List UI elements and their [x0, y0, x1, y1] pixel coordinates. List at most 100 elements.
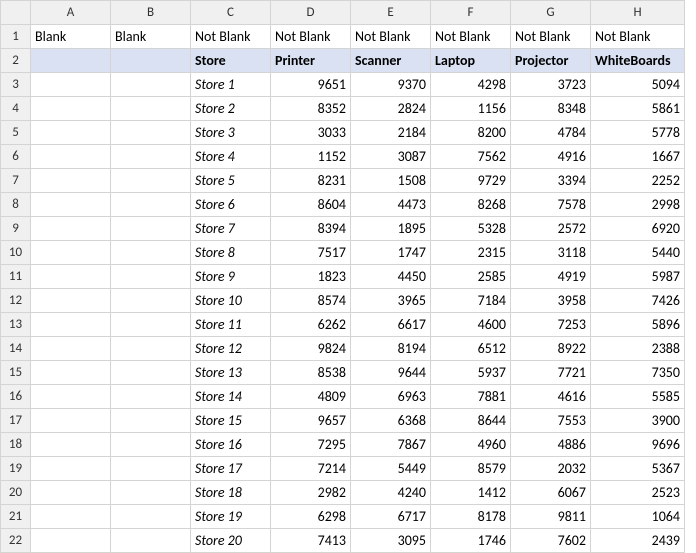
cell-store[interactable]: Store 4 [191, 145, 271, 169]
cell-F1[interactable]: Not Blank [431, 25, 511, 49]
cell-D1[interactable]: Not Blank [271, 25, 351, 49]
cell-laptop[interactable]: 6512 [431, 337, 511, 361]
cell-D2[interactable]: Printer [271, 49, 351, 73]
cell-A4[interactable] [31, 97, 111, 121]
cell-B12[interactable] [111, 289, 191, 313]
cell-A13[interactable] [31, 313, 111, 337]
row-header-12[interactable]: 12 [1, 289, 31, 313]
cell-printer[interactable]: 2982 [271, 481, 351, 505]
cell-B8[interactable] [111, 193, 191, 217]
cell-printer[interactable]: 9824 [271, 337, 351, 361]
cell-scanner[interactable]: 9370 [351, 73, 431, 97]
cell-projector[interactable]: 4784 [511, 121, 591, 145]
cell-scanner[interactable]: 4450 [351, 265, 431, 289]
cell-A1[interactable]: Blank [31, 25, 111, 49]
cell-whiteboards[interactable]: 5440 [591, 241, 685, 265]
cell-printer[interactable]: 8394 [271, 217, 351, 241]
cell-A8[interactable] [31, 193, 111, 217]
row-header-10[interactable]: 10 [1, 241, 31, 265]
cell-A19[interactable] [31, 457, 111, 481]
cell-B13[interactable] [111, 313, 191, 337]
cell-B22[interactable] [111, 529, 191, 553]
cell-store[interactable]: Store 8 [191, 241, 271, 265]
cell-E1[interactable]: Not Blank [351, 25, 431, 49]
cell-store[interactable]: Store 12 [191, 337, 271, 361]
cell-projector[interactable]: 7553 [511, 409, 591, 433]
cell-whiteboards[interactable]: 2998 [591, 193, 685, 217]
cell-scanner[interactable]: 5449 [351, 457, 431, 481]
cell-printer[interactable]: 6298 [271, 505, 351, 529]
cell-store[interactable]: Store 20 [191, 529, 271, 553]
cell-A11[interactable] [31, 265, 111, 289]
cell-printer[interactable]: 8231 [271, 169, 351, 193]
cell-whiteboards[interactable]: 5778 [591, 121, 685, 145]
cell-store[interactable]: Store 6 [191, 193, 271, 217]
cell-scanner[interactable]: 3095 [351, 529, 431, 553]
cell-G1[interactable]: Not Blank [511, 25, 591, 49]
cell-laptop[interactable]: 8579 [431, 457, 511, 481]
cell-G2[interactable]: Projector [511, 49, 591, 73]
cell-printer[interactable]: 9657 [271, 409, 351, 433]
cell-whiteboards[interactable]: 7426 [591, 289, 685, 313]
cell-A6[interactable] [31, 145, 111, 169]
cell-F2[interactable]: Laptop [431, 49, 511, 73]
cell-whiteboards[interactable]: 5861 [591, 97, 685, 121]
cell-scanner[interactable]: 4473 [351, 193, 431, 217]
cell-scanner[interactable]: 3965 [351, 289, 431, 313]
cell-A16[interactable] [31, 385, 111, 409]
cell-projector[interactable]: 4919 [511, 265, 591, 289]
cell-store[interactable]: Store 7 [191, 217, 271, 241]
cell-printer[interactable]: 7295 [271, 433, 351, 457]
cell-whiteboards[interactable]: 2252 [591, 169, 685, 193]
cell-H1[interactable]: Not Blank [591, 25, 685, 49]
cell-projector[interactable]: 7253 [511, 313, 591, 337]
row-header-21[interactable]: 21 [1, 505, 31, 529]
cell-scanner[interactable]: 4240 [351, 481, 431, 505]
row-header-22[interactable]: 22 [1, 529, 31, 553]
cell-A3[interactable] [31, 73, 111, 97]
col-header-C[interactable]: C [191, 1, 271, 25]
cell-A7[interactable] [31, 169, 111, 193]
cell-scanner[interactable]: 1895 [351, 217, 431, 241]
row-header-17[interactable]: 17 [1, 409, 31, 433]
cell-scanner[interactable]: 9644 [351, 361, 431, 385]
row-header-8[interactable]: 8 [1, 193, 31, 217]
cell-store[interactable]: Store 2 [191, 97, 271, 121]
cell-laptop[interactable]: 1746 [431, 529, 511, 553]
cell-laptop[interactable]: 5937 [431, 361, 511, 385]
cell-store[interactable]: Store 3 [191, 121, 271, 145]
cell-whiteboards[interactable]: 6920 [591, 217, 685, 241]
cell-printer[interactable]: 4809 [271, 385, 351, 409]
row-header-14[interactable]: 14 [1, 337, 31, 361]
cell-B11[interactable] [111, 265, 191, 289]
cell-printer[interactable]: 7413 [271, 529, 351, 553]
cell-printer[interactable]: 3033 [271, 121, 351, 145]
cell-laptop[interactable]: 1412 [431, 481, 511, 505]
cell-printer[interactable]: 9651 [271, 73, 351, 97]
cell-whiteboards[interactable]: 1064 [591, 505, 685, 529]
cell-C2[interactable]: Store [191, 49, 271, 73]
cell-printer[interactable]: 8538 [271, 361, 351, 385]
cell-projector[interactable]: 7721 [511, 361, 591, 385]
cell-A21[interactable] [31, 505, 111, 529]
cell-B20[interactable] [111, 481, 191, 505]
cell-store[interactable]: Store 14 [191, 385, 271, 409]
cell-laptop[interactable]: 2585 [431, 265, 511, 289]
col-header-H[interactable]: H [591, 1, 685, 25]
cell-scanner[interactable]: 2184 [351, 121, 431, 145]
cell-projector[interactable]: 7602 [511, 529, 591, 553]
cell-B6[interactable] [111, 145, 191, 169]
cell-projector[interactable]: 2572 [511, 217, 591, 241]
cell-A18[interactable] [31, 433, 111, 457]
cell-whiteboards[interactable]: 5367 [591, 457, 685, 481]
cell-A20[interactable] [31, 481, 111, 505]
cell-A9[interactable] [31, 217, 111, 241]
cell-A15[interactable] [31, 361, 111, 385]
cell-B1[interactable]: Blank [111, 25, 191, 49]
cell-scanner[interactable]: 1747 [351, 241, 431, 265]
cell-printer[interactable]: 7517 [271, 241, 351, 265]
cell-whiteboards[interactable]: 2523 [591, 481, 685, 505]
cell-store[interactable]: Store 10 [191, 289, 271, 313]
cell-laptop[interactable]: 7562 [431, 145, 511, 169]
cell-A12[interactable] [31, 289, 111, 313]
